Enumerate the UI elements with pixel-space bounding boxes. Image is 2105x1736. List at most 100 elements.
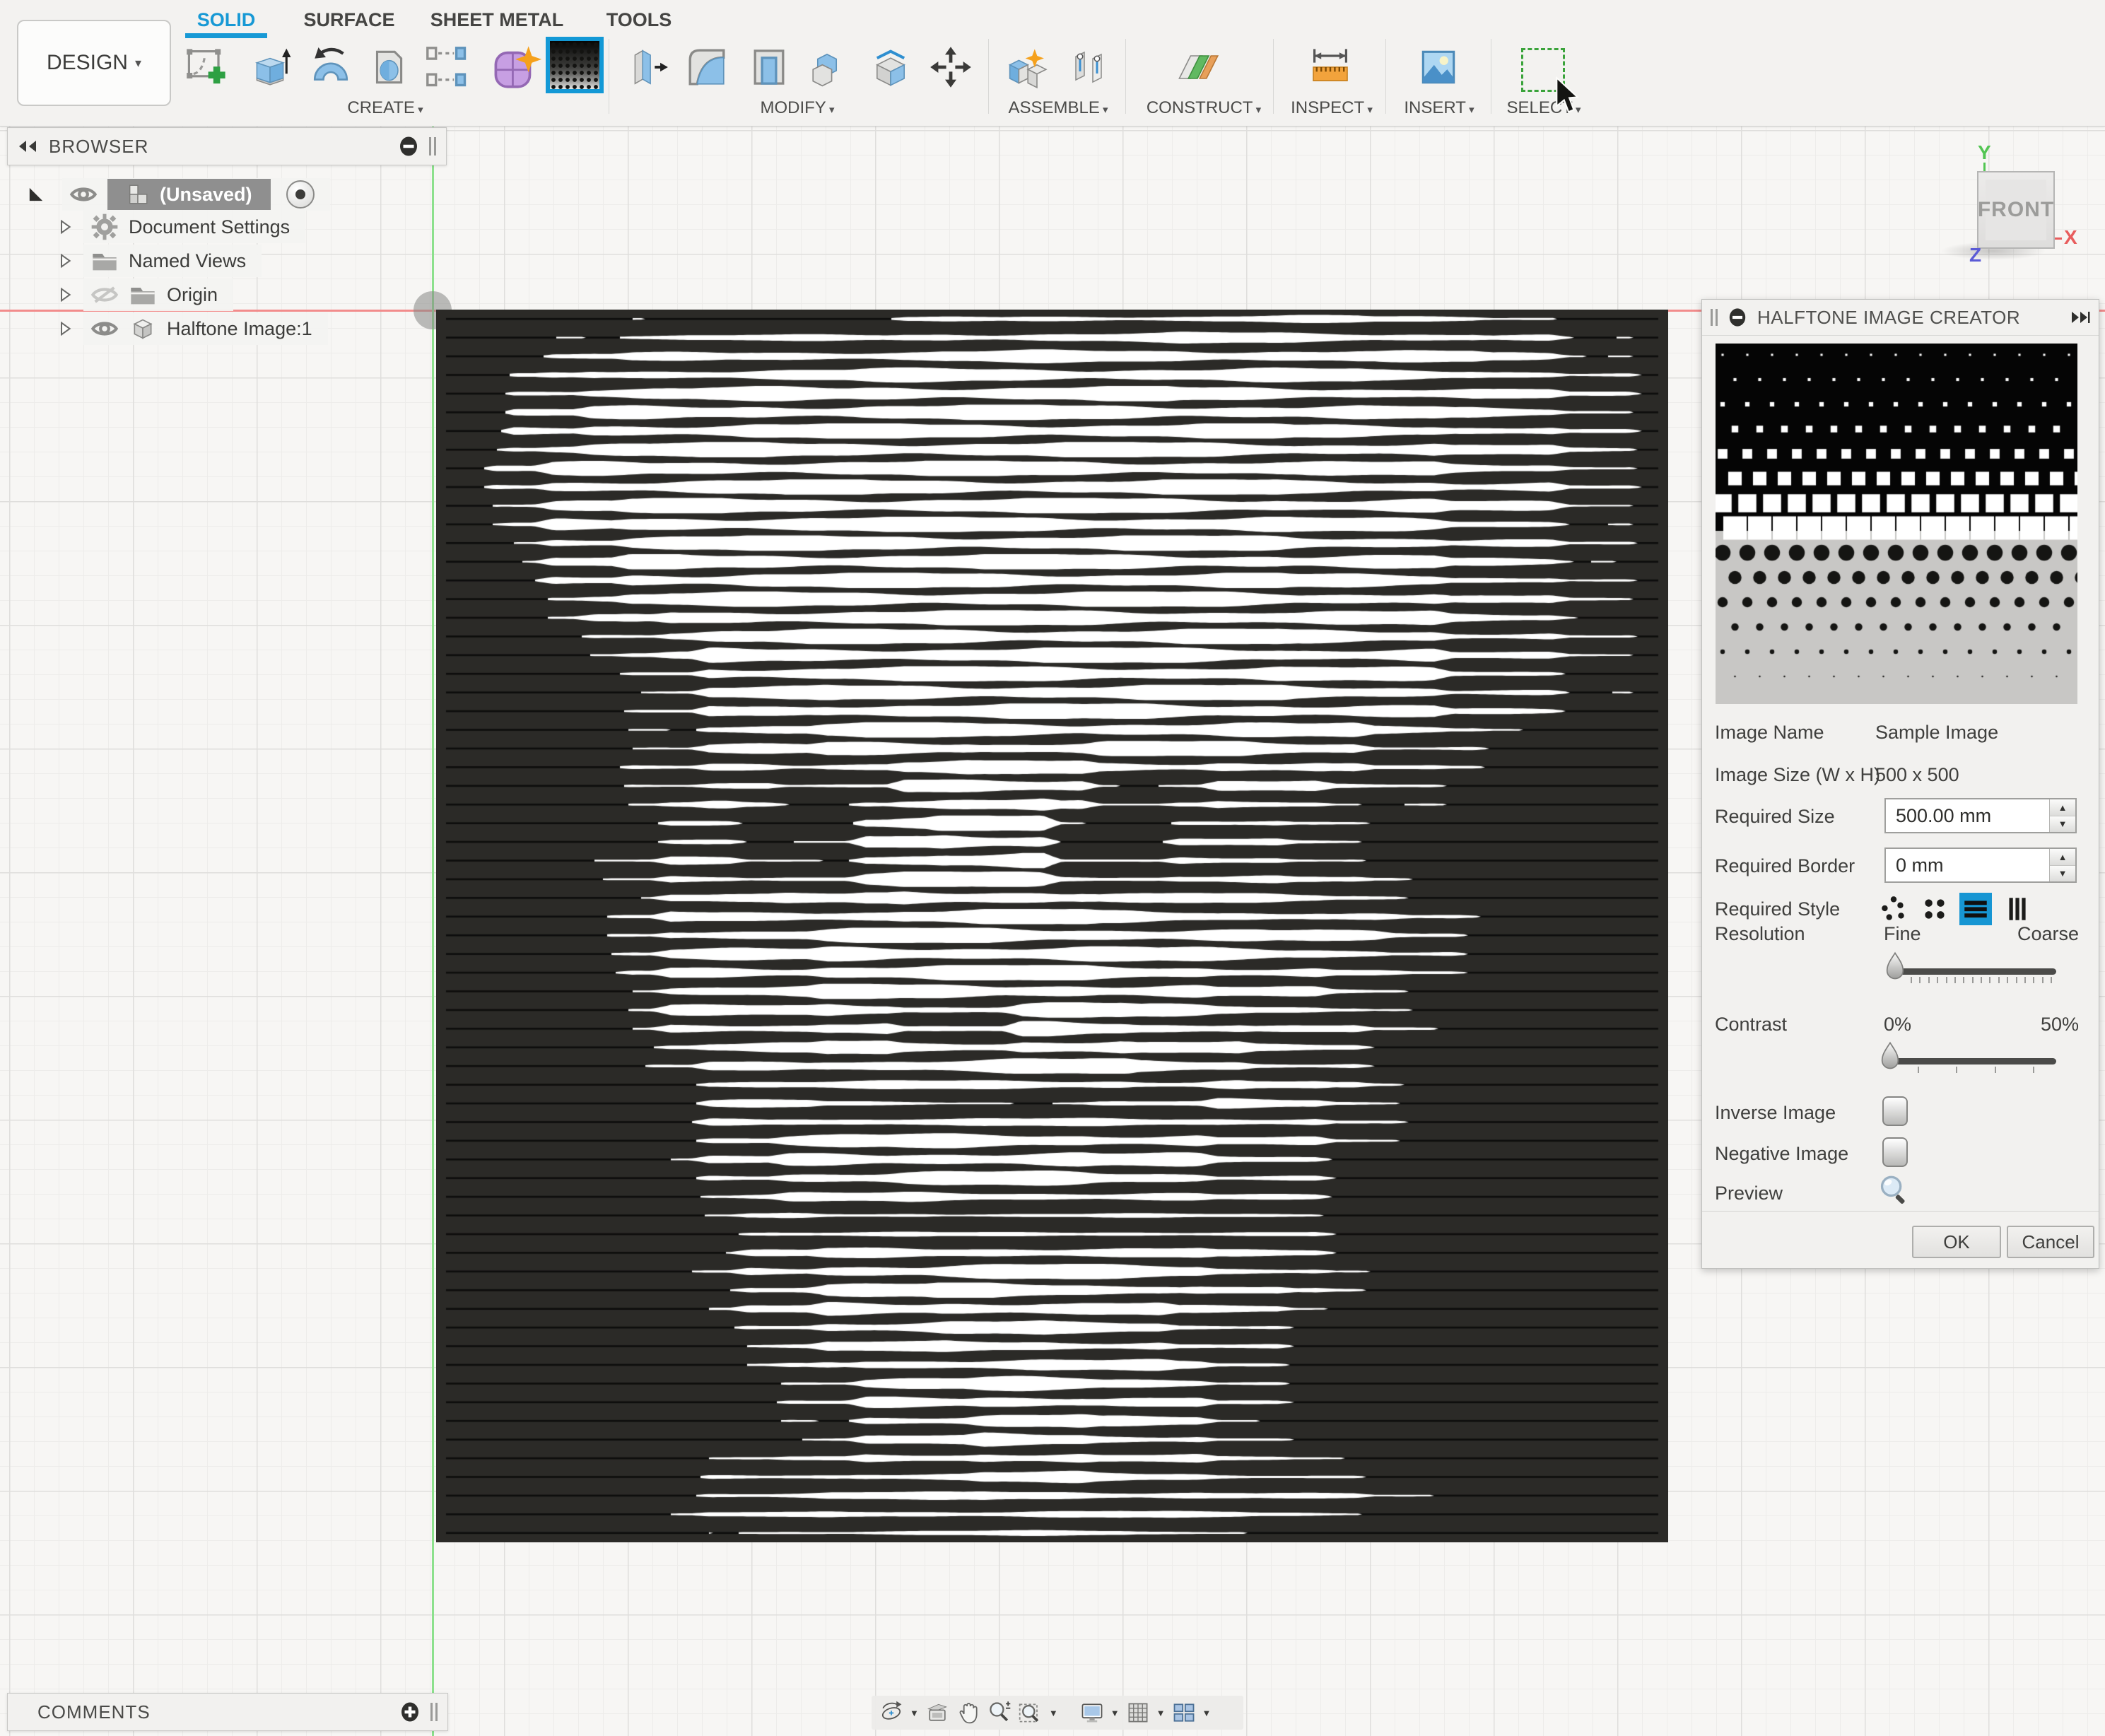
revolve-icon[interactable] [306,41,356,93]
axis-x-label: X [2064,226,2077,249]
tree-row-root[interactable]: (Unsaved) [28,178,330,211]
hole-icon[interactable] [366,41,410,93]
viewcube-face-label[interactable]: FRONT [1978,198,2054,222]
comments-title: COMMENTS [18,1701,389,1723]
form-icon[interactable] [489,41,544,93]
offset-face-icon[interactable] [868,41,913,93]
required-size-input[interactable]: 500.00 mm ▲▼ [1884,798,2077,833]
group-label-create[interactable]: CREATE [304,98,467,119]
zoom-window-icon[interactable] [1018,1700,1043,1725]
viewports-icon[interactable] [1171,1700,1197,1725]
expander-closed-icon[interactable] [58,287,72,303]
gear-icon [90,213,119,241]
row-box[interactable]: Named Views [83,245,262,277]
shell-icon[interactable] [746,41,792,93]
tree-row-halftone-image[interactable]: Halftone Image:1 [58,312,328,345]
document-root-selected[interactable]: (Unsaved) [107,179,271,210]
panel-grip[interactable] [430,1703,438,1721]
halftone-addin-icon-active[interactable] [546,37,604,93]
resolution-slider-handle[interactable] [1883,951,1907,984]
fillet-icon[interactable] [683,41,731,93]
row-box[interactable]: Origin [83,278,233,311]
pan-icon[interactable] [956,1700,981,1725]
design-workspace-dropdown[interactable]: DESIGN ▾ [17,20,171,106]
chevron-down-icon[interactable]: ▼ [910,1708,919,1718]
negative-image-label: Negative Image [1715,1141,1848,1166]
tab-sheet-metal[interactable]: SHEET METAL [424,7,570,33]
expander-closed-icon[interactable] [58,219,72,235]
required-border-value[interactable]: 0 mm [1886,855,2049,876]
tree-row-document-settings[interactable]: Document Settings [58,211,305,243]
collapse-left-icon[interactable] [18,139,39,154]
viewcube[interactable]: FRONT [1977,171,2055,249]
tab-solid[interactable]: SOLID [185,7,267,33]
panel-grip[interactable] [1711,309,1718,326]
combine-icon[interactable] [804,41,850,93]
activate-component-radio[interactable] [286,180,315,209]
look-at-icon[interactable] [925,1700,950,1725]
spin-up-icon: ▲ [2050,799,2075,816]
add-comment-icon[interactable] [399,1701,421,1723]
required-border-spinner[interactable]: ▲▼ [2049,849,2075,881]
expander-open-icon[interactable] [28,187,44,202]
preview-magnifier-icon[interactable] [1879,1175,1910,1209]
row-box[interactable]: Halftone Image:1 [83,312,328,345]
move-icon[interactable] [928,41,973,93]
minimize-panel-icon[interactable] [1728,307,1747,327]
pattern-icon[interactable] [423,41,471,93]
insert-image-icon[interactable] [1417,41,1460,93]
spin-down-icon: ▼ [2050,816,2075,833]
minimize-panel-icon[interactable] [398,136,419,157]
new-component-icon[interactable] [1003,41,1048,93]
style-horizontal-lines-button-selected[interactable] [1959,893,1992,925]
eye-icon[interactable] [69,184,98,204]
style-dots-grid-button[interactable] [1918,893,1951,925]
inverse-image-checkbox[interactable] [1882,1096,1908,1126]
ok-button[interactable]: OK [1912,1226,2001,1258]
chevron-down-icon[interactable]: ▼ [1049,1708,1058,1718]
eye-icon[interactable] [90,319,119,339]
folder-icon [90,249,119,273]
dialog-footer-divider [1702,1211,2099,1212]
chevron-down-icon[interactable]: ▼ [1110,1708,1120,1718]
group-label-assemble[interactable]: ASSEMBLE [973,98,1143,119]
joint-icon[interactable] [1067,41,1110,93]
row-box[interactable]: Document Settings [83,211,305,243]
root-row-box[interactable]: (Unsaved) [62,178,330,211]
construct-plane-icon[interactable] [1175,41,1220,93]
expander-closed-icon[interactable] [58,321,72,336]
orbit-icon[interactable] [879,1700,904,1725]
expand-right-icon[interactable] [2069,310,2090,325]
eye-hidden-icon[interactable] [90,285,119,305]
required-border-input[interactable]: 0 mm ▲▼ [1884,848,2077,883]
chevron-down-icon[interactable]: ▼ [1202,1708,1212,1718]
cancel-button[interactable]: Cancel [2007,1226,2094,1258]
dialog-header[interactable]: HALFTONE IMAGE CREATOR [1702,300,2099,336]
required-size-spinner[interactable]: ▲▼ [2049,799,2075,832]
required-size-value[interactable]: 500.00 mm [1886,805,2049,827]
contrast-slider-handle[interactable] [1878,1041,1902,1074]
tree-row-named-views[interactable]: Named Views [58,245,262,277]
expander-closed-icon[interactable] [58,253,72,269]
press-pull-icon[interactable] [626,41,670,93]
image-name-value: Sample Image [1875,720,1998,745]
extrude-icon[interactable] [248,41,292,93]
negative-image-checkbox[interactable] [1882,1137,1908,1167]
tree-row-origin[interactable]: Origin [58,278,233,311]
panel-grip[interactable] [429,137,436,156]
create-sketch-icon[interactable] [184,41,230,93]
chevron-down-icon[interactable]: ▼ [1156,1708,1166,1718]
group-label-modify[interactable]: MODIFY [716,98,879,119]
resolution-slider-track[interactable] [1887,968,2056,975]
y-axis-line [432,0,434,1736]
tab-surface[interactable]: SURFACE [295,7,403,33]
display-settings-icon[interactable] [1079,1700,1105,1725]
zoom-icon[interactable] [987,1700,1012,1725]
viewport-halftone-model[interactable] [436,310,1668,1542]
group-label-select[interactable]: SELECT [1473,98,1614,119]
grid-settings-icon[interactable] [1125,1700,1151,1725]
contrast-slider-track[interactable] [1887,1058,2056,1065]
resolution-max-label: Coarse [2017,921,2079,946]
measure-icon[interactable] [1308,41,1353,93]
tab-tools[interactable]: TOOLS [605,7,673,33]
